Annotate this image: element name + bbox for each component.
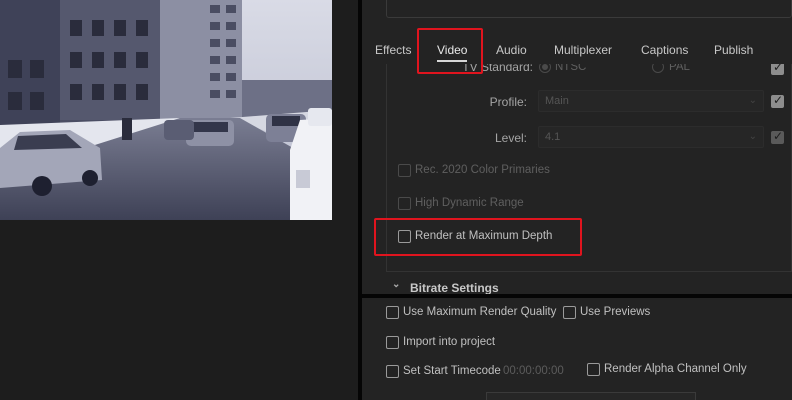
render-max-depth-checkbox[interactable] [398, 230, 411, 243]
hdr-label: High Dynamic Range [415, 197, 524, 209]
hdr-checkbox[interactable] [398, 197, 411, 210]
start-timecode-label: Set Start Timecode [403, 365, 501, 377]
export-options: Use Maximum Render Quality Use Previews … [362, 298, 792, 400]
tab-effects[interactable]: Effects [375, 36, 411, 64]
pal-label: PAL [669, 64, 690, 73]
render-max-depth-label: Render at Maximum Depth [415, 230, 553, 242]
start-timecode-checkbox[interactable] [386, 365, 399, 378]
bitrate-settings-label: Bitrate Settings [410, 281, 499, 295]
render-alpha-label: Render Alpha Channel Only [604, 363, 747, 375]
level-match-checkbox[interactable] [771, 129, 784, 144]
time-interpolation-select[interactable] [486, 392, 696, 400]
use-previews-label: Use Previews [580, 306, 651, 318]
use-previews-checkbox[interactable] [563, 306, 576, 319]
level-label: Level: [494, 131, 527, 145]
level-value: 4.1 [545, 131, 561, 143]
tab-audio[interactable]: Audio [496, 36, 527, 64]
profile-label: Profile: [489, 95, 527, 109]
chevron-down-icon: ⌄ [392, 279, 401, 290]
export-settings-panel: Effects Video Audio Multiplexer Captions… [362, 0, 792, 400]
summary-box [386, 0, 792, 18]
rec2020-label: Rec. 2020 Color Primaries [415, 164, 550, 176]
chevron-down-icon: ⌄ [748, 131, 757, 142]
start-timecode-value[interactable]: 00:00:00:00 [503, 365, 564, 377]
max-render-quality-checkbox[interactable] [386, 306, 399, 319]
import-project-checkbox[interactable] [386, 336, 399, 349]
profile-select[interactable]: Main ⌄ [538, 90, 764, 112]
video-settings-area: TV Standard: NTSC PAL Profile: Main ⌄ Le… [386, 64, 792, 272]
pal-radio[interactable] [652, 64, 664, 73]
street-scene-image [0, 0, 332, 220]
video-preview [0, 0, 332, 220]
tv-standard-label: TV Standard: [462, 64, 533, 74]
rec2020-checkbox[interactable] [398, 164, 411, 177]
level-select[interactable]: 4.1 ⌄ [538, 126, 764, 148]
max-render-quality-label: Use Maximum Render Quality [403, 306, 557, 318]
preview-gutter [332, 0, 358, 220]
render-alpha-checkbox[interactable] [587, 363, 600, 376]
profile-match-checkbox[interactable] [771, 93, 784, 108]
tab-multiplexer[interactable]: Multiplexer [554, 36, 612, 64]
tab-publish[interactable]: Publish [714, 36, 753, 64]
monitor-empty-area [0, 220, 358, 400]
settings-tabs: Effects Video Audio Multiplexer Captions… [362, 36, 792, 64]
ntsc-label: NTSC [555, 64, 587, 73]
import-project-label: Import into project [403, 336, 496, 348]
tab-captions[interactable]: Captions [641, 36, 688, 64]
tab-video[interactable]: Video [437, 36, 468, 64]
profile-value: Main [545, 95, 569, 107]
tv-standard-match-checkbox[interactable] [771, 64, 784, 75]
chevron-down-icon: ⌄ [748, 95, 757, 106]
ntsc-radio[interactable] [539, 64, 551, 73]
